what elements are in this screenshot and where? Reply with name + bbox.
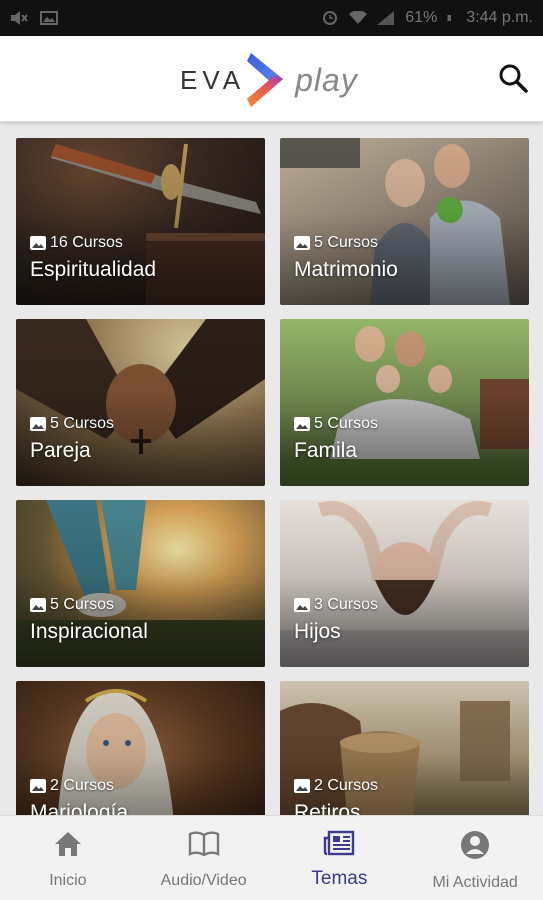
course-count: 5 Cursos [30,415,114,433]
topic-card-pareja[interactable]: 5 Cursos Pareja [16,319,265,486]
eva-play-logo[interactable]: EVA play [180,50,358,110]
course-count: 5 Cursos [30,596,114,614]
image-icon [30,598,46,612]
search-button[interactable] [493,58,533,98]
topic-title: Inspiracional [30,620,148,643]
nav-label: Inicio [49,872,87,889]
topic-title: Espiritualidad [30,258,157,281]
newspaper-icon [324,830,355,856]
image-icon [294,417,310,431]
signal-icon [377,11,395,25]
search-icon [499,64,528,93]
topic-title: Famila [294,439,358,462]
course-count: 2 Cursos [30,777,114,795]
image-icon [294,236,310,250]
nav-item-mi-actividad[interactable]: Mi Actividad [407,816,543,900]
logo-text-eva: EVA [180,64,246,95]
app-bar: EVA play [0,36,543,122]
topics-grid: 16 Cursos Espiritualidad 5 Cursos Matrim… [0,122,543,815]
clock-text: 3:44 p.m. [466,9,533,26]
topic-title: Retiros [294,801,361,815]
course-count: 5 Cursos [294,234,378,252]
course-count: 16 Cursos [30,234,123,252]
topic-card-retiros[interactable]: 2 Cursos Retiros [280,681,529,815]
logo-text-play: play [295,61,358,98]
topic-card-famila[interactable]: 5 Cursos Famila [280,319,529,486]
course-count: 5 Cursos [294,415,378,433]
bottom-navigation: Inicio Audio/Video Temas Mi Actividad [0,815,543,900]
topic-title: Matrimonio [294,258,398,281]
wifi-icon [349,11,368,24]
topic-card-hijos[interactable]: 3 Cursos Hijos [280,500,529,667]
battery-text: 61% [405,9,438,26]
logo-chevron-icon [247,53,284,107]
nav-item-audio-video[interactable]: Audio/Video [136,816,272,900]
nav-item-temas[interactable]: Temas [272,816,408,900]
course-count: 2 Cursos [294,777,378,795]
image-icon [30,417,46,431]
account-icon [461,831,490,859]
topic-card-inspiracional[interactable]: 5 Cursos Inspiracional [16,500,265,667]
topic-title: Hijos [294,620,341,643]
home-icon [54,832,81,856]
book-icon [188,831,219,857]
image-icon [294,779,310,793]
topic-card-mariologia[interactable]: 2 Cursos Mariología [16,681,265,815]
alarm-icon [323,11,338,25]
gallery-icon [40,11,58,25]
image-icon [294,598,310,612]
status-bar: 61% 3:44 p.m. [0,0,543,36]
image-icon [30,779,46,793]
nav-label: Mi Actividad [432,874,518,891]
battery-icon [447,15,452,21]
image-icon [30,236,46,250]
course-count: 3 Cursos [294,596,378,614]
nav-item-inicio[interactable]: Inicio [0,816,136,900]
topic-title: Pareja [30,439,91,462]
topic-card-matrimonio[interactable]: 5 Cursos Matrimonio [280,138,529,305]
nav-label: Temas [311,868,368,889]
nav-label: Audio/Video [160,872,247,889]
topic-title: Mariología [30,801,129,815]
volume-mute-icon [11,11,28,25]
topic-card-espiritualidad[interactable]: 16 Cursos Espiritualidad [16,138,265,305]
